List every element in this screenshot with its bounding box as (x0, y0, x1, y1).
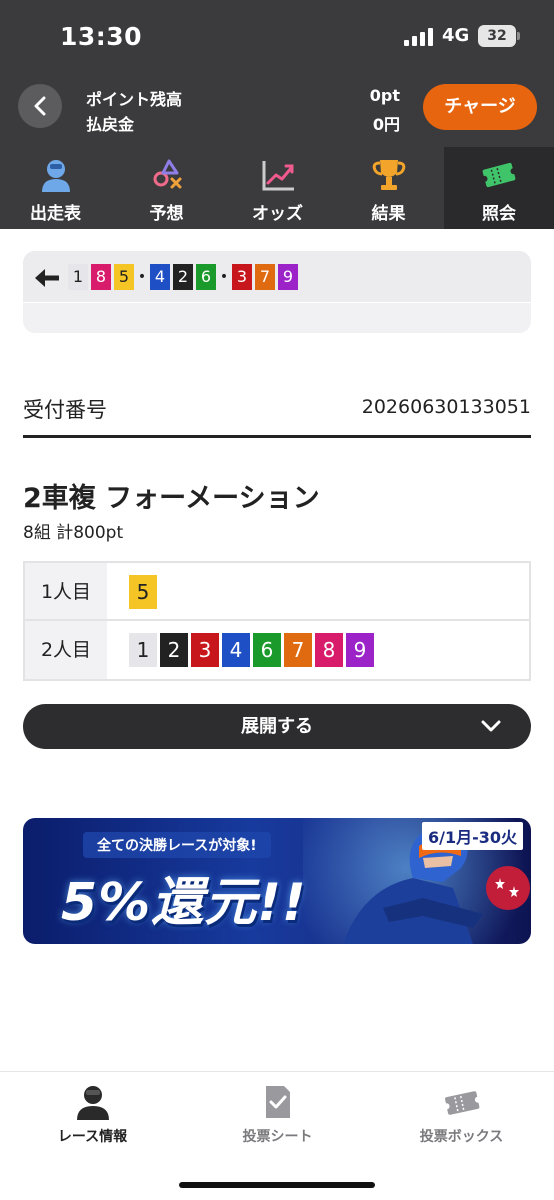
tab-label: レース情報 (57, 1129, 128, 1145)
number-chip: 5 (129, 575, 157, 609)
separator-dot: • (219, 269, 229, 285)
number-chip: 9 (346, 633, 374, 667)
point-balance-label: ポイント残高 (86, 90, 183, 109)
bet-summary: 8組 計800pt (23, 523, 124, 543)
row-header: 1人目 (25, 563, 107, 619)
divider (23, 435, 531, 438)
expand-label: 展開する (241, 716, 313, 737)
number-chip: 1 (129, 633, 157, 667)
ticket-icon (481, 162, 517, 188)
page: 13:30 4G 32 ポイント残高 払戻金 0pt 0円 チャージ 出走表 予… (0, 0, 554, 1200)
bet-sheet-icon (265, 1086, 290, 1118)
home-indicator (179, 1182, 375, 1188)
receipt-number-label: 受付番号 (23, 398, 107, 422)
bet-box-icon (443, 1091, 481, 1115)
nav-results[interactable]: 結果 (333, 147, 444, 229)
charge-button[interactable]: チャージ (423, 84, 537, 130)
back-button[interactable] (18, 84, 62, 128)
trophy-icon (372, 160, 405, 190)
number-chip: 7 (255, 264, 275, 290)
selection-table: 1人目 5 2人目 12346789 (23, 561, 531, 681)
chevron-left-icon (34, 96, 46, 116)
banner-headline: 5%還元!! (61, 873, 307, 933)
campaign-banner[interactable]: 全ての決勝レースが対象! 5%還元!! 6/1月-30火 (23, 818, 531, 944)
nav-odds[interactable]: オッズ (222, 147, 333, 229)
order-strip-card: 1 8 5 • 4 2 6 • 3 7 9 (23, 251, 531, 333)
expand-button[interactable]: 展開する (23, 704, 531, 749)
banner-subtitle: 全ての決勝レースが対象! (83, 832, 271, 858)
battery-icon: 32 (478, 25, 516, 47)
account-header: ポイント残高 払戻金 0pt 0円 チャージ (0, 72, 554, 147)
order-numbers: 1 8 5 • 4 2 6 • 3 7 9 (68, 264, 301, 290)
number-chip: 6 (196, 264, 216, 290)
race-info-icon (76, 1086, 109, 1120)
number-chip: 9 (278, 264, 298, 290)
number-chip: 2 (160, 633, 188, 667)
network-type: 4G (442, 25, 470, 46)
race-nav: 出走表 予想 オッズ 結果 照会 (0, 147, 554, 229)
nav-label: 照会 (482, 204, 516, 224)
tab-bet-sheet[interactable]: 投票シート (185, 1072, 370, 1172)
tab-label: 投票ボックス (419, 1129, 504, 1145)
tab-race-info[interactable]: レース情報 (0, 1072, 185, 1172)
number-chip: 7 (284, 633, 312, 667)
number-chip: 4 (150, 264, 170, 290)
banner-date: 6/1月-30火 (421, 822, 523, 850)
bottom-tab-bar: レース情報 投票シート 投票ボックス (0, 1071, 554, 1200)
signal-icon (404, 28, 434, 46)
nav-inquiry[interactable]: 照会 (444, 147, 554, 229)
number-chip: 4 (222, 633, 250, 667)
table-row: 2人目 12346789 (25, 621, 529, 679)
number-chip: 5 (114, 264, 134, 290)
number-chip: 8 (315, 633, 343, 667)
number-chip: 6 (253, 633, 281, 667)
nav-entry-list[interactable]: 出走表 (0, 147, 111, 229)
point-balance-value: 0pt (369, 86, 400, 105)
nav-label: 出走表 (30, 204, 81, 224)
number-chip: 3 (232, 264, 252, 290)
refund-label: 払戻金 (86, 115, 135, 134)
status-time: 13:30 (60, 22, 143, 51)
number-chip: 3 (191, 633, 219, 667)
number-chip: 1 (68, 264, 88, 290)
separator-dot: • (137, 269, 147, 285)
table-row: 1人目 5 (25, 563, 529, 621)
selected-numbers: 5 (129, 575, 160, 609)
selected-numbers: 12346789 (129, 633, 377, 667)
arrow-left-icon (35, 269, 59, 287)
tab-label: 投票シート (242, 1129, 313, 1145)
order-strip: 1 8 5 • 4 2 6 • 3 7 9 (23, 251, 531, 303)
number-chip: 2 (173, 264, 193, 290)
receipt-number-value: 20260630133051 (361, 396, 531, 418)
bet-type-title: 2車複 フォーメーション (23, 483, 320, 514)
rider-avatar-icon (41, 160, 70, 192)
prediction-symbols-icon (153, 159, 181, 189)
refund-value: 0円 (372, 115, 400, 134)
row-header: 2人目 (25, 621, 107, 679)
nav-label: オッズ (252, 204, 303, 224)
tab-bet-box[interactable]: 投票ボックス (369, 1072, 554, 1172)
nav-label: 予想 (149, 204, 184, 224)
nav-prediction[interactable]: 予想 (111, 147, 222, 229)
battery-nub (517, 32, 520, 40)
chevron-down-icon (481, 720, 501, 732)
chart-trend-icon (262, 161, 294, 191)
status-bar: 13:30 4G 32 (0, 0, 554, 72)
nav-label: 結果 (371, 204, 406, 224)
number-chip: 8 (91, 264, 111, 290)
